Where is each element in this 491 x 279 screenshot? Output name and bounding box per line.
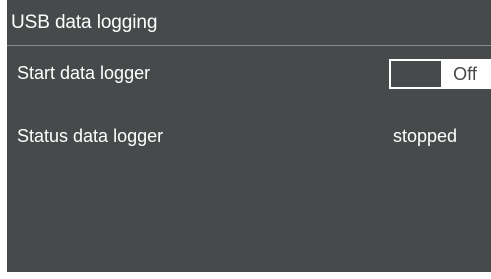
start-data-logger-label: Start data logger <box>17 63 151 83</box>
start-data-logger-toggle[interactable]: Off <box>389 59 491 89</box>
status-data-logger-label: Status data logger <box>17 126 164 146</box>
page-title: USB data logging <box>11 12 158 33</box>
usb-data-logging-screen: USB data logging Start data logger Off S… <box>7 0 491 272</box>
start-data-logger-row: Start data logger Off <box>7 52 491 92</box>
toggle-state-label: Off <box>453 64 477 84</box>
status-data-logger-value: stopped <box>393 126 458 146</box>
screen-header: USB data logging <box>7 0 491 46</box>
toggle-knob <box>391 61 441 87</box>
status-data-logger-row: Status data logger stopped <box>7 126 491 167</box>
